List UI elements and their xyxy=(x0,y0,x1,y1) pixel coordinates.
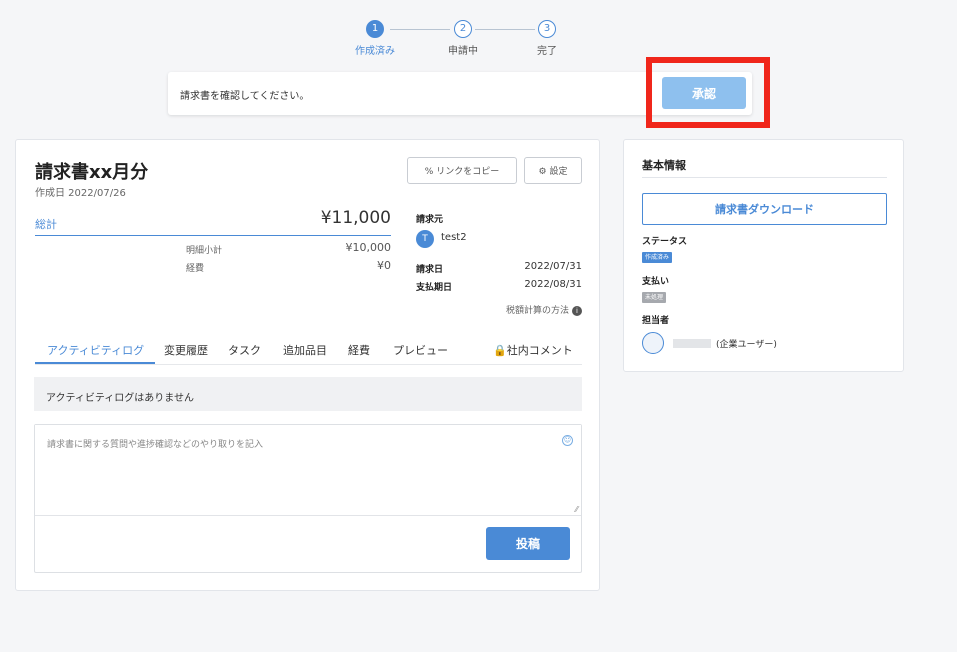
assignee-avatar xyxy=(642,332,664,354)
step-applying: 2 申請中 xyxy=(433,20,493,57)
payment-badge: 未処理 xyxy=(642,292,667,303)
payment-label: 支払い xyxy=(642,277,670,287)
total-divider xyxy=(35,235,391,236)
step-number: 2 xyxy=(454,20,472,38)
step-label: 申請中 xyxy=(448,46,478,57)
assignee-label: 担当者 xyxy=(642,316,670,326)
step-complete: 3 完了 xyxy=(517,20,577,57)
internal-comment-label: 社内コメント xyxy=(506,344,573,357)
copy-link-label: リンクをコピー xyxy=(436,167,500,177)
copy-link-button[interactable]: % リンクをコピー xyxy=(407,157,517,184)
assignee-name-redacted xyxy=(673,339,711,348)
activity-tabs: アクティビティログ 変更履歴 タスク 追加品目 経費 プレビュー 🔒社内コメント xyxy=(35,336,582,366)
tab-preview[interactable]: プレビュー xyxy=(393,342,448,358)
lock-icon: 🔒 xyxy=(493,344,507,357)
comment-input[interactable] xyxy=(35,425,581,516)
gear-icon: ⚙ xyxy=(538,167,547,177)
basic-info-title: 基本情報 xyxy=(642,159,686,172)
assignee-type: (企業ユーザー) xyxy=(716,340,777,350)
due-date-value: 2022/08/31 xyxy=(524,279,582,290)
tab-tasks[interactable]: タスク xyxy=(228,342,261,358)
step-number: 1 xyxy=(366,20,384,38)
side-divider xyxy=(642,177,887,178)
expense-value: ¥0 xyxy=(377,259,391,272)
emoji-icon[interactable]: ☺ xyxy=(562,435,573,446)
settings-button[interactable]: ⚙ 設定 xyxy=(524,157,582,184)
tab-change-history[interactable]: 変更履歴 xyxy=(164,342,208,358)
step-created: 1 作成済み xyxy=(345,20,405,57)
download-invoice-button[interactable]: 請求書ダウンロード xyxy=(642,193,887,225)
empty-activity-panel: アクティビティログはありません xyxy=(34,377,582,411)
tab-additional-items[interactable]: 追加品目 xyxy=(283,342,327,358)
comment-box: ☺ ⁄⁄ 投稿 xyxy=(34,424,582,573)
subtotal-value: ¥10,000 xyxy=(345,241,392,254)
progress-stepper: 1 作成済み 2 申請中 3 完了 xyxy=(345,20,585,60)
invoice-title: 請求書xx月分 xyxy=(35,162,149,183)
bill-from-label: 請求元 xyxy=(416,215,444,225)
post-button[interactable]: 投稿 xyxy=(486,527,570,560)
tax-method-label: 税額計算の方法 xyxy=(505,306,569,316)
confirm-message: 請求書を確認してください。 xyxy=(180,91,310,102)
info-icon: i xyxy=(572,306,582,316)
confirm-banner: 請求書を確認してください。 承認 xyxy=(168,72,752,115)
step-label: 完了 xyxy=(537,46,557,57)
settings-label: 設定 xyxy=(549,167,568,177)
bill-from-name: test2 xyxy=(441,232,467,243)
resize-handle-icon[interactable]: ⁄⁄ xyxy=(575,505,578,514)
tabs-divider xyxy=(35,364,582,365)
step-number: 3 xyxy=(538,20,556,38)
total-value: ¥11,000 xyxy=(320,208,391,228)
total-label: 総計 xyxy=(35,218,57,231)
tax-method-link[interactable]: 税額計算の方法 i xyxy=(456,303,582,316)
link-icon: % xyxy=(424,167,434,177)
bill-date-value: 2022/07/31 xyxy=(524,261,582,272)
empty-activity-message: アクティビティログはありません xyxy=(46,393,194,404)
created-date: 作成日 2022/07/26 xyxy=(35,188,126,199)
approve-button[interactable]: 承認 xyxy=(662,77,746,109)
tab-activity-log[interactable]: アクティビティログ xyxy=(47,342,144,358)
bill-date-label: 請求日 xyxy=(416,265,444,275)
step-label: 作成済み xyxy=(355,46,395,57)
invoice-card: 請求書xx月分 作成日 2022/07/26 % リンクをコピー ⚙ 設定 総計… xyxy=(15,139,600,591)
tab-internal-comment[interactable]: 🔒社内コメント xyxy=(493,342,573,358)
expense-label: 経費 xyxy=(186,264,205,274)
status-label: ステータス xyxy=(642,237,688,247)
bill-from-avatar: T xyxy=(416,230,434,248)
due-date-label: 支払期日 xyxy=(416,283,453,293)
basic-info-card: 基本情報 請求書ダウンロード ステータス 作成済み 支払い 未処理 担当者 (企… xyxy=(623,139,904,372)
subtotal-label: 明細小計 xyxy=(186,246,223,256)
tab-expenses[interactable]: 経費 xyxy=(348,342,370,358)
status-badge: 作成済み xyxy=(642,252,673,263)
